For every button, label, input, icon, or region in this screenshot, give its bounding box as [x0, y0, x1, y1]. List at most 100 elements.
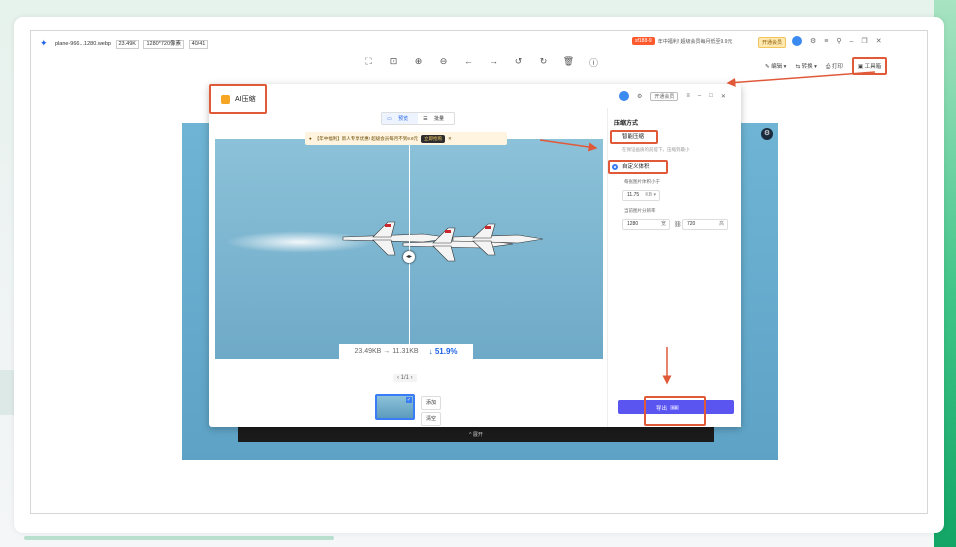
prev-icon[interactable]: ←: [462, 56, 475, 69]
tab-preview[interactable]: ▭ 预览: [382, 113, 419, 124]
pager-text: 1/1: [400, 375, 410, 381]
compress-settings-panel: 压缩方式 智能压缩 在保证画质的前提下，压缩到最小 自定义体积 每张图片体积小于…: [607, 108, 741, 427]
link-icon[interactable]: ⛓: [674, 221, 682, 228]
dialog-controls: ⚙ 开通会员 ≡ – □ ✕: [619, 91, 726, 101]
dialog-titlebar: AI压缩 ⚙ 开通会员 ≡ – □ ✕: [209, 84, 741, 114]
size-after: 11.31KB: [392, 348, 419, 355]
target-size-label: 每张图片体积小于: [624, 179, 660, 184]
delete-icon[interactable]: 🗑: [562, 56, 575, 69]
convert-menu[interactable]: ⇆ 转换 ▾: [795, 62, 816, 70]
smart-compress-desc: 在保证画质的前提下，压缩到最小: [622, 147, 690, 152]
promo-text: 年中福利! 超级会员每月低至9.9元: [657, 38, 733, 45]
ai-compress-dialog: AI压缩 ⚙ 开通会员 ≡ – □ ✕ ▭ 预览 ☰ 批量 ◂▸ ● 【年中福利…: [209, 84, 741, 427]
reduction-percent: ↓ 51.9%: [428, 347, 458, 356]
toolbox-button[interactable]: ▣ 工具箱: [851, 57, 888, 75]
next-icon[interactable]: →: [487, 56, 500, 69]
compare-handle-icon[interactable]: ◂▸: [403, 251, 415, 263]
height-input[interactable]: 720 高: [682, 219, 728, 230]
export-button[interactable]: 导出 KB: [644, 396, 706, 426]
width-value: 1280: [627, 221, 639, 227]
dialog-title-text: AI压缩: [235, 96, 256, 103]
avatar[interactable]: [792, 36, 802, 46]
size-arrow: →: [383, 348, 391, 355]
custom-size-option[interactable]: 自定义体积: [608, 160, 668, 174]
banner-text: 【年中福利】新人专享优惠! 超级会员每月不到9.9元: [314, 135, 418, 141]
print-label: 打印: [831, 63, 843, 70]
edit-label: 编辑: [771, 64, 783, 70]
rotate-right-icon[interactable]: ↻: [537, 56, 550, 69]
comparison-image[interactable]: ◂▸: [215, 139, 603, 359]
zoom-in-icon[interactable]: ⊕: [412, 56, 425, 69]
pager[interactable]: ‹ 1/1 ›: [393, 374, 417, 382]
size-comparison: 23.49KB → 11.31KB ↓ 51.9%: [339, 344, 473, 359]
edit-menu[interactable]: ✎ 编辑 ▾: [765, 62, 786, 70]
image-dimensions: 1280*720像素: [143, 40, 185, 49]
compress-mode-title: 压缩方式: [614, 121, 639, 127]
vip-button[interactable]: 开通会员: [758, 37, 787, 48]
image-toolbar: ⛶ ⊡ ⊕ ⊖ ← → ↺ ↻ 🗑 ⓘ: [362, 56, 600, 69]
export-label: 导出: [656, 406, 668, 412]
ai-compress-icon: [221, 94, 230, 104]
export-badge: KB: [670, 405, 680, 410]
settings-icon[interactable]: ⚙: [810, 37, 816, 45]
size-before: 23.49KB: [354, 348, 382, 355]
minimize-icon[interactable]: –: [850, 38, 854, 45]
smart-compress-option[interactable]: 智能压缩: [610, 130, 658, 144]
promo-tag: sf188-9: [632, 37, 655, 45]
buy-now-button[interactable]: 立即抢购: [420, 134, 445, 143]
close-icon[interactable]: ✕: [448, 136, 452, 142]
dialog-title: AI压缩: [209, 84, 267, 114]
fullscreen-icon[interactable]: ⛶: [362, 56, 375, 69]
jets-image: [342, 221, 543, 262]
convert-label: 转换: [801, 64, 813, 70]
width-unit: 宽: [660, 221, 666, 227]
close-icon[interactable]: ✕: [876, 37, 882, 45]
target-unit-label: KB: [645, 192, 653, 198]
right-menu: ✎ 编辑 ▾ ⇆ 转换 ▾ ⎙ 打印 ▣ 工具箱: [765, 57, 888, 75]
settings-icon[interactable]: ⚙: [761, 128, 773, 140]
menu-icon[interactable]: ≡: [686, 93, 690, 99]
tab-preview-label: 预览: [398, 116, 409, 122]
view-tabs: ▭ 预览 ☰ 批量: [381, 112, 456, 125]
title-bar-info: plane-966...1280.webp 23.49K 1280*720像素 …: [55, 40, 209, 49]
clear-button[interactable]: 清空: [421, 412, 442, 426]
zoom-out-icon[interactable]: ⊖: [437, 56, 450, 69]
avatar[interactable]: [619, 91, 629, 101]
tab-list[interactable]: ☰ 批量: [418, 113, 454, 124]
add-button[interactable]: 添加: [421, 396, 442, 410]
vip-button[interactable]: 开通会员: [650, 91, 679, 101]
info-icon[interactable]: ⓘ: [587, 56, 600, 69]
file-size: 23.49K: [115, 40, 139, 49]
warning-icon: ●: [309, 136, 312, 141]
rotate-left-icon[interactable]: ↺: [512, 56, 525, 69]
compare-split-line: [409, 139, 410, 359]
width-input[interactable]: 1280 宽: [622, 219, 670, 230]
toolbox-label: 工具箱: [864, 64, 882, 70]
promo-banner[interactable]: ● 【年中福利】新人专享优惠! 超级会员每月不到9.9元 立即抢购 ✕: [305, 132, 507, 145]
close-icon[interactable]: ✕: [721, 93, 726, 100]
target-size-value: 11.75: [627, 192, 640, 198]
target-size-unit[interactable]: KB ▾: [645, 191, 656, 200]
app-logo-icon: ✦: [40, 38, 48, 48]
settings-icon[interactable]: ⚙: [637, 93, 642, 100]
height-unit: 高: [718, 221, 724, 227]
maximize-icon[interactable]: □: [709, 93, 713, 99]
resolution-label: 当前图片分辨率: [624, 208, 656, 213]
custom-size-label: 自定义体积: [622, 164, 650, 170]
window-controls: ⚙ ≡ ⚲ – ❐ ✕: [792, 36, 882, 46]
height-value: 720: [687, 221, 696, 227]
promo-banner[interactable]: sf188-9 年中福利! 超级会员每月低至9.9元: [632, 37, 732, 45]
target-size-input[interactable]: 11.75 KB ▾: [622, 190, 660, 201]
print-button[interactable]: ⎙ 打印: [826, 62, 843, 71]
menu-icon[interactable]: ≡: [824, 38, 828, 45]
tab-list-label: 批量: [434, 116, 445, 122]
thumbnail[interactable]: ✓: [375, 394, 415, 420]
file-name: plane-966...1280.webp: [55, 41, 111, 47]
restore-icon[interactable]: ❐: [861, 37, 867, 45]
image-counter: 40/41: [188, 40, 209, 49]
pin-icon[interactable]: ⚲: [836, 37, 841, 45]
thumbnail-actions: 添加 清空: [421, 396, 442, 428]
progress-bar: [24, 536, 334, 540]
fit-icon[interactable]: ⊡: [387, 56, 400, 69]
minimize-icon[interactable]: –: [698, 93, 701, 99]
